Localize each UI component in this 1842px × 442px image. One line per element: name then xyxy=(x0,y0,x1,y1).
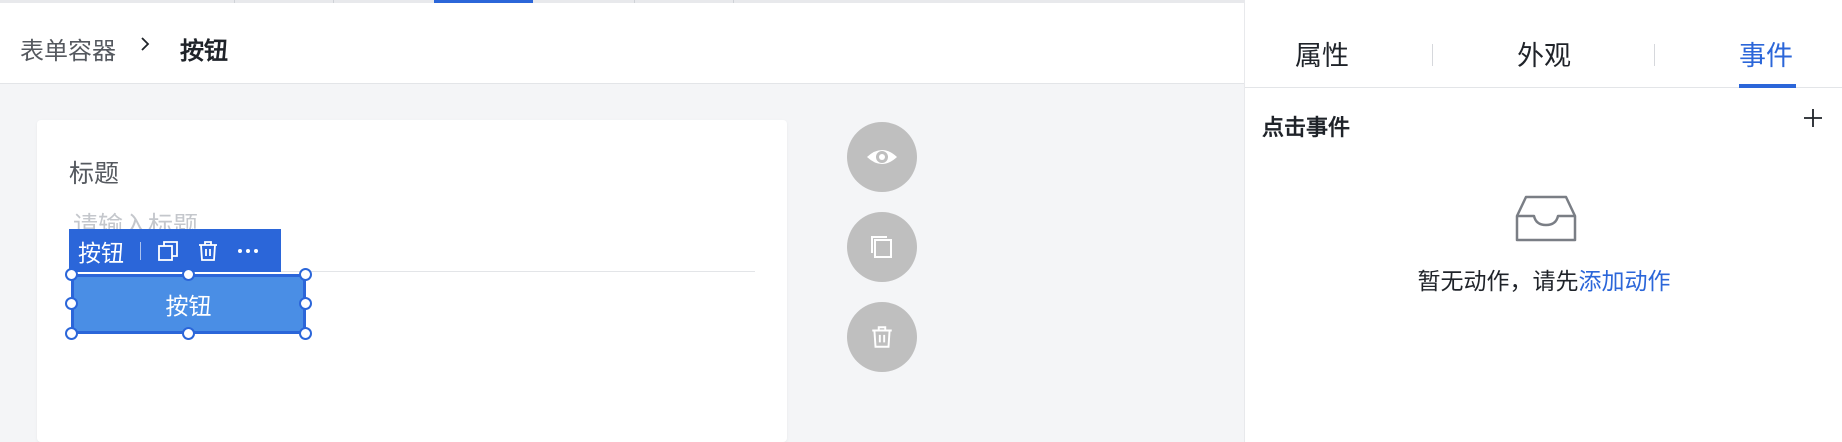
field-label: 标题 xyxy=(69,159,120,188)
eye-icon xyxy=(867,150,897,164)
plus-icon[interactable] xyxy=(1801,106,1825,130)
copy-icon[interactable] xyxy=(155,238,181,264)
add-action-link[interactable]: 添加动作 xyxy=(1579,269,1671,295)
active-tab-indicator xyxy=(1739,84,1796,88)
resize-handle[interactable] xyxy=(65,297,78,310)
breadcrumb: 表单容器 按钮 xyxy=(0,3,1244,84)
copy-icon xyxy=(871,236,892,258)
click-event-title: 点击事件 xyxy=(1262,116,1351,141)
trash-icon[interactable] xyxy=(195,238,221,264)
resize-handle[interactable] xyxy=(65,327,78,340)
preview-button[interactable] xyxy=(847,122,917,192)
breadcrumb-current: 按钮 xyxy=(180,37,228,65)
inbox-icon xyxy=(1515,195,1577,242)
resize-handle[interactable] xyxy=(299,268,312,281)
trash-icon xyxy=(872,326,892,348)
tab-divider xyxy=(1432,44,1433,66)
property-panel: 属性 外观 事件 点击事件 暂无动作，请先添加动作 xyxy=(1244,0,1842,442)
selection-toolbar: 按钮 xyxy=(69,229,281,272)
delete-button[interactable] xyxy=(847,302,917,372)
tab-divider xyxy=(1654,44,1655,66)
resize-handle[interactable] xyxy=(65,268,78,281)
tab-events[interactable]: 事件 xyxy=(1739,34,1793,73)
tab-appearance[interactable]: 外观 xyxy=(1517,34,1571,73)
chevron-right-icon xyxy=(141,37,150,51)
resize-handle[interactable] xyxy=(182,268,195,281)
tab-properties[interactable]: 属性 xyxy=(1295,34,1349,73)
toolbar-divider xyxy=(140,241,141,260)
selection-toolbar-label: 按钮 xyxy=(78,240,124,267)
duplicate-button[interactable] xyxy=(847,212,917,282)
resize-handle[interactable] xyxy=(182,327,195,340)
resize-handle[interactable] xyxy=(299,327,312,340)
resize-handle[interactable] xyxy=(299,297,312,310)
breadcrumb-parent[interactable]: 表单容器 xyxy=(20,31,116,66)
empty-state-text: 暂无动作，请先添加动作 xyxy=(1245,262,1842,296)
more-icon[interactable] xyxy=(235,238,261,264)
selected-form-button[interactable]: 按钮 xyxy=(71,274,306,334)
empty-state-message: 暂无动作，请先 xyxy=(1417,269,1579,295)
panel-tabs: 属性 外观 事件 xyxy=(1245,0,1842,88)
